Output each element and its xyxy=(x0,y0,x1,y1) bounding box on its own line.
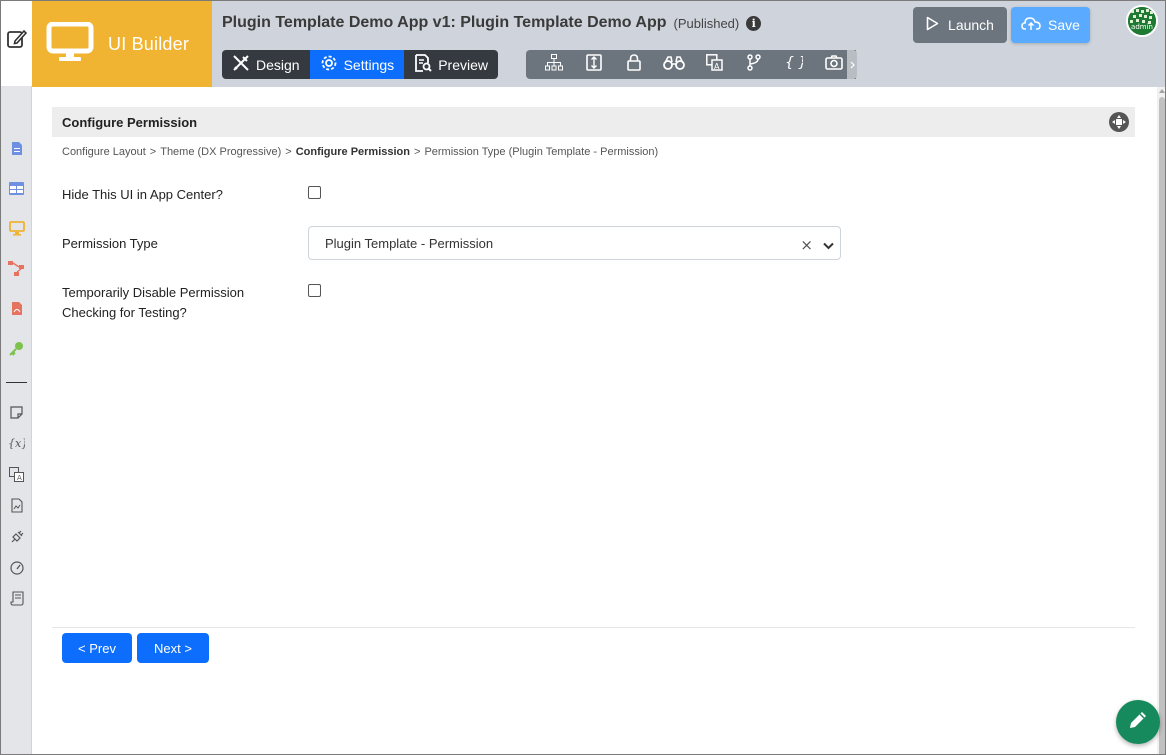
ui-builder-logo: UI Builder xyxy=(32,1,212,87)
find-tool[interactable] xyxy=(654,50,694,79)
breadcrumb-separator: > xyxy=(149,146,157,158)
play-icon xyxy=(926,16,939,34)
user-avatar[interactable]: admin xyxy=(1126,5,1158,37)
edit-icon[interactable] xyxy=(6,28,28,50)
translate-icon[interactable]: A xyxy=(8,466,25,483)
clear-icon[interactable]: × xyxy=(800,236,813,254)
save-label: Save xyxy=(1048,17,1080,33)
disable-permission-label-line1: Temporarily Disable Permission xyxy=(62,285,245,300)
preview-icon xyxy=(414,54,432,75)
performance-icon[interactable] xyxy=(8,559,25,576)
settings-tab-label: Settings xyxy=(343,56,395,73)
properties-tool[interactable] xyxy=(574,50,614,79)
monitor-icon xyxy=(46,21,94,67)
launch-button[interactable]: Launch xyxy=(913,7,1007,43)
breadcrumb: Configure Layout > Theme (DX Progressive… xyxy=(62,146,658,158)
camera-icon xyxy=(825,54,843,75)
save-button[interactable]: Save xyxy=(1011,7,1090,43)
toolbar-scroll-right[interactable] xyxy=(847,50,857,79)
properties-icon xyxy=(586,53,602,76)
scroll-up-arrow[interactable] xyxy=(1159,89,1165,93)
section-title: Configure Permission xyxy=(62,114,198,130)
app-title-row: Plugin Template Demo App v1: Plugin Temp… xyxy=(222,14,762,32)
pencil-icon xyxy=(1127,709,1149,736)
braces-icon: { } xyxy=(785,54,807,76)
app-title: Plugin Template Demo App v1: Plugin Temp… xyxy=(222,14,667,31)
key-icon[interactable] xyxy=(8,340,25,357)
note-icon[interactable] xyxy=(8,404,25,421)
design-icon xyxy=(232,54,250,75)
design-tab-label: Design xyxy=(256,56,300,73)
json-tool[interactable]: { } xyxy=(774,50,814,79)
chevron-down-icon[interactable] xyxy=(823,238,834,253)
app-status: (Published) xyxy=(673,15,740,31)
footer-divider xyxy=(52,627,1135,628)
svg-text:{x}: {x} xyxy=(8,437,25,449)
rail-divider xyxy=(6,382,27,383)
design-tab[interactable]: Design xyxy=(222,50,310,79)
svg-text:A: A xyxy=(714,62,720,71)
tool-bar: A { } xyxy=(526,50,856,79)
plugin-icon[interactable] xyxy=(8,528,25,545)
permission-type-label: Permission Type xyxy=(62,236,158,251)
top-header: UI Builder Plugin Template Demo App v1: … xyxy=(32,1,1165,87)
left-rail: {x} A xyxy=(1,1,32,754)
breadcrumb-current: Configure Permission xyxy=(295,146,410,158)
translate-icon: A xyxy=(705,53,723,76)
process-icon[interactable] xyxy=(8,260,25,277)
svg-text:{ }: { } xyxy=(785,55,803,71)
svg-text:A: A xyxy=(17,474,22,482)
hide-ui-checkbox[interactable] xyxy=(308,186,321,199)
content-scrollbar[interactable] xyxy=(1157,87,1165,754)
permission-type-value: Plugin Template - Permission xyxy=(325,235,494,251)
variable-icon[interactable]: {x} xyxy=(8,434,25,451)
breadcrumb-item[interactable]: Theme (DX Progressive) xyxy=(160,146,281,158)
script-icon[interactable] xyxy=(8,590,25,607)
branch-icon xyxy=(747,53,761,76)
gear-icon xyxy=(320,54,338,75)
section-header: Configure Permission xyxy=(52,107,1135,137)
pdf-icon[interactable] xyxy=(8,300,25,317)
branch-tool[interactable] xyxy=(734,50,774,79)
expand-icon[interactable] xyxy=(1109,112,1129,132)
form-icon[interactable] xyxy=(8,140,25,157)
disable-permission-label-line2: Checking for Testing? xyxy=(62,305,187,320)
breadcrumb-item[interactable]: Permission Type (Plugin Template - Permi… xyxy=(424,146,658,158)
hide-ui-label: Hide This UI in App Center? xyxy=(62,187,223,202)
breadcrumb-separator: > xyxy=(414,146,421,158)
next-button[interactable]: Next > xyxy=(137,633,209,663)
main-content: Configure Permission Configure Layout > … xyxy=(32,87,1157,754)
hierarchy-tool[interactable] xyxy=(534,50,574,79)
preview-tab-label: Preview xyxy=(438,56,488,73)
prev-button[interactable]: < Prev xyxy=(62,633,132,663)
lock-icon xyxy=(627,53,641,76)
datalist-icon[interactable] xyxy=(8,180,25,197)
settings-tab[interactable]: Settings xyxy=(309,50,405,79)
userview-icon[interactable] xyxy=(8,220,25,237)
cloud-upload-icon xyxy=(1021,16,1041,34)
launch-label: Launch xyxy=(948,17,994,33)
disable-permission-label: Temporarily Disable Permission Checking … xyxy=(62,283,244,323)
preview-tab[interactable]: Preview xyxy=(404,50,498,79)
disable-permission-checkbox[interactable] xyxy=(308,284,321,297)
breadcrumb-item[interactable]: Configure Layout xyxy=(62,146,146,158)
mode-switcher: Design Settings Preview xyxy=(222,50,498,79)
app-window: {x} A UI Builder Plugin Template Demo Ap… xyxy=(0,0,1166,755)
breadcrumb-separator: > xyxy=(285,146,292,158)
binoculars-icon xyxy=(663,55,685,75)
edit-fab-button[interactable] xyxy=(1116,700,1160,744)
permission-type-select[interactable]: Plugin Template - Permission × xyxy=(308,226,841,260)
product-name: UI Builder xyxy=(108,33,190,54)
rail-top xyxy=(1,1,32,86)
chevron-right-icon xyxy=(850,56,855,74)
avatar-text: admin xyxy=(1131,23,1153,31)
hierarchy-icon xyxy=(545,53,563,76)
report-icon[interactable] xyxy=(8,497,25,514)
scrollbar-thumb[interactable] xyxy=(1159,97,1165,754)
info-icon[interactable]: i xyxy=(746,15,762,31)
translate-tool[interactable]: A xyxy=(694,50,734,79)
permission-tool[interactable] xyxy=(614,50,654,79)
